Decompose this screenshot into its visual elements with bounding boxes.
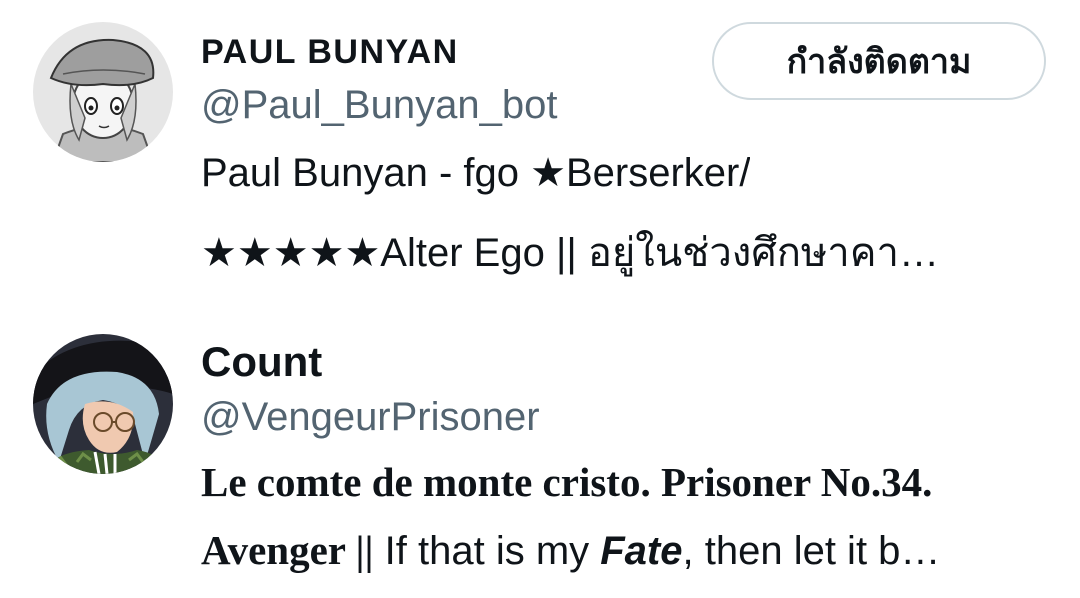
avatar-image bbox=[33, 22, 173, 162]
bio-text: , then let it b… bbox=[682, 529, 941, 573]
bio-line: Le comte de monte cristo. Prisoner No.34… bbox=[201, 459, 933, 505]
bio-text: If that is my bbox=[373, 529, 601, 573]
user-handle[interactable]: @VengeurPrisoner bbox=[201, 395, 540, 440]
bio-line: Avenger || If that is my Fate, then let … bbox=[201, 526, 940, 574]
avatar-image bbox=[33, 334, 173, 474]
user-handle[interactable]: @Paul_Bunyan_bot bbox=[201, 83, 557, 128]
user-cell-count[interactable]: Count @VengeurPrisoner Le comte de monte… bbox=[0, 320, 1080, 598]
bio-line: Paul Bunyan - fgo ★Berserker/ bbox=[201, 151, 751, 195]
avatar[interactable] bbox=[33, 22, 173, 162]
display-name[interactable]: Count bbox=[201, 338, 322, 386]
bio-styled-text: Avenger || bbox=[201, 527, 374, 573]
following-button[interactable]: กำลังติดตาม bbox=[712, 22, 1046, 100]
avatar[interactable] bbox=[33, 334, 173, 474]
display-name[interactable]: PAUL BUNYAN bbox=[201, 33, 459, 72]
bio-line: ★★★★★Alter Ego || อยู่ในช่วงศึกษาคา… bbox=[201, 231, 939, 275]
bio-emphasis-text: Fate bbox=[600, 529, 683, 573]
user-cell-paul-bunyan[interactable]: PAUL BUNYAN @Paul_Bunyan_bot กำลังติดตาม… bbox=[0, 0, 1080, 300]
